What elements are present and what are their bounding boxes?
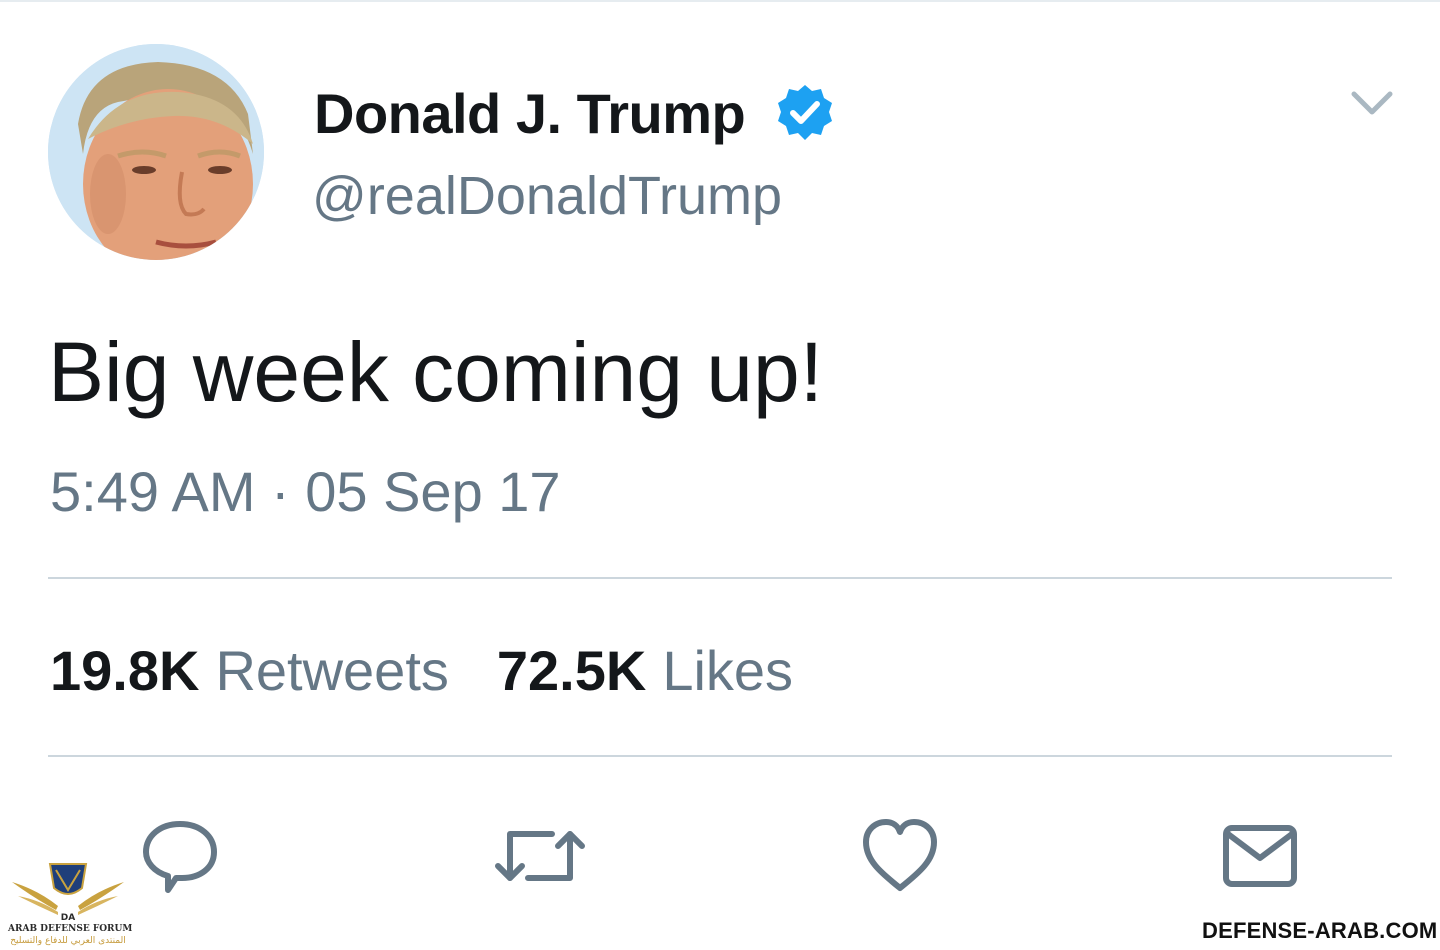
reply-button[interactable] [132,814,228,898]
retweets-label: Retweets [215,639,449,702]
tweet-page: Donald J. Trump @realDonaldTrump Big wee… [0,0,1440,950]
defense-arab-watermark: DEFENSE-ARAB.COM [1202,918,1438,943]
forum-title: ARAB DEFENSE FORUM [8,924,133,934]
retweets-count: 19.8K [50,639,200,702]
top-border [0,0,1440,2]
retweet-button[interactable] [492,814,588,898]
retweets-stat[interactable]: 19.8K Retweets [50,636,449,706]
likes-stat[interactable]: 72.5K Likes [497,636,793,706]
divider-bottom [48,755,1392,757]
chevron-down-icon[interactable] [1348,84,1396,124]
verified-badge-icon [774,82,836,144]
avatar[interactable] [48,44,264,260]
speech-bubble-icon [143,821,217,893]
like-button[interactable] [852,814,948,898]
tweet-stats: 19.8K Retweets 72.5K Likes [50,636,793,706]
arab-defense-forum-watermark: DA ARAB DEFENSE FORUM المنتدى العربي للد… [8,860,133,948]
likes-count: 72.5K [496,639,647,702]
heart-icon [863,819,937,891]
avatar-photo [48,44,264,260]
envelope-icon [1223,825,1297,887]
likes-label: Likes [662,639,794,702]
divider-top [48,577,1392,579]
display-name[interactable]: Donald J. Trump [314,80,746,148]
retweet-arrows-icon [495,831,585,881]
direct-message-button[interactable] [1212,814,1308,898]
forum-subtitle: المنتدى العربي للدفاع والتسليح [10,936,126,946]
logo-letters: DA [61,913,75,923]
arab-defense-forum-logo: DA [12,863,124,923]
tweet-text: Big week coming up! [48,325,824,419]
user-handle[interactable]: @realDonaldTrump [312,164,782,228]
tweet-timestamp[interactable]: 5:49 AM · 05 Sep 17 [50,458,561,526]
